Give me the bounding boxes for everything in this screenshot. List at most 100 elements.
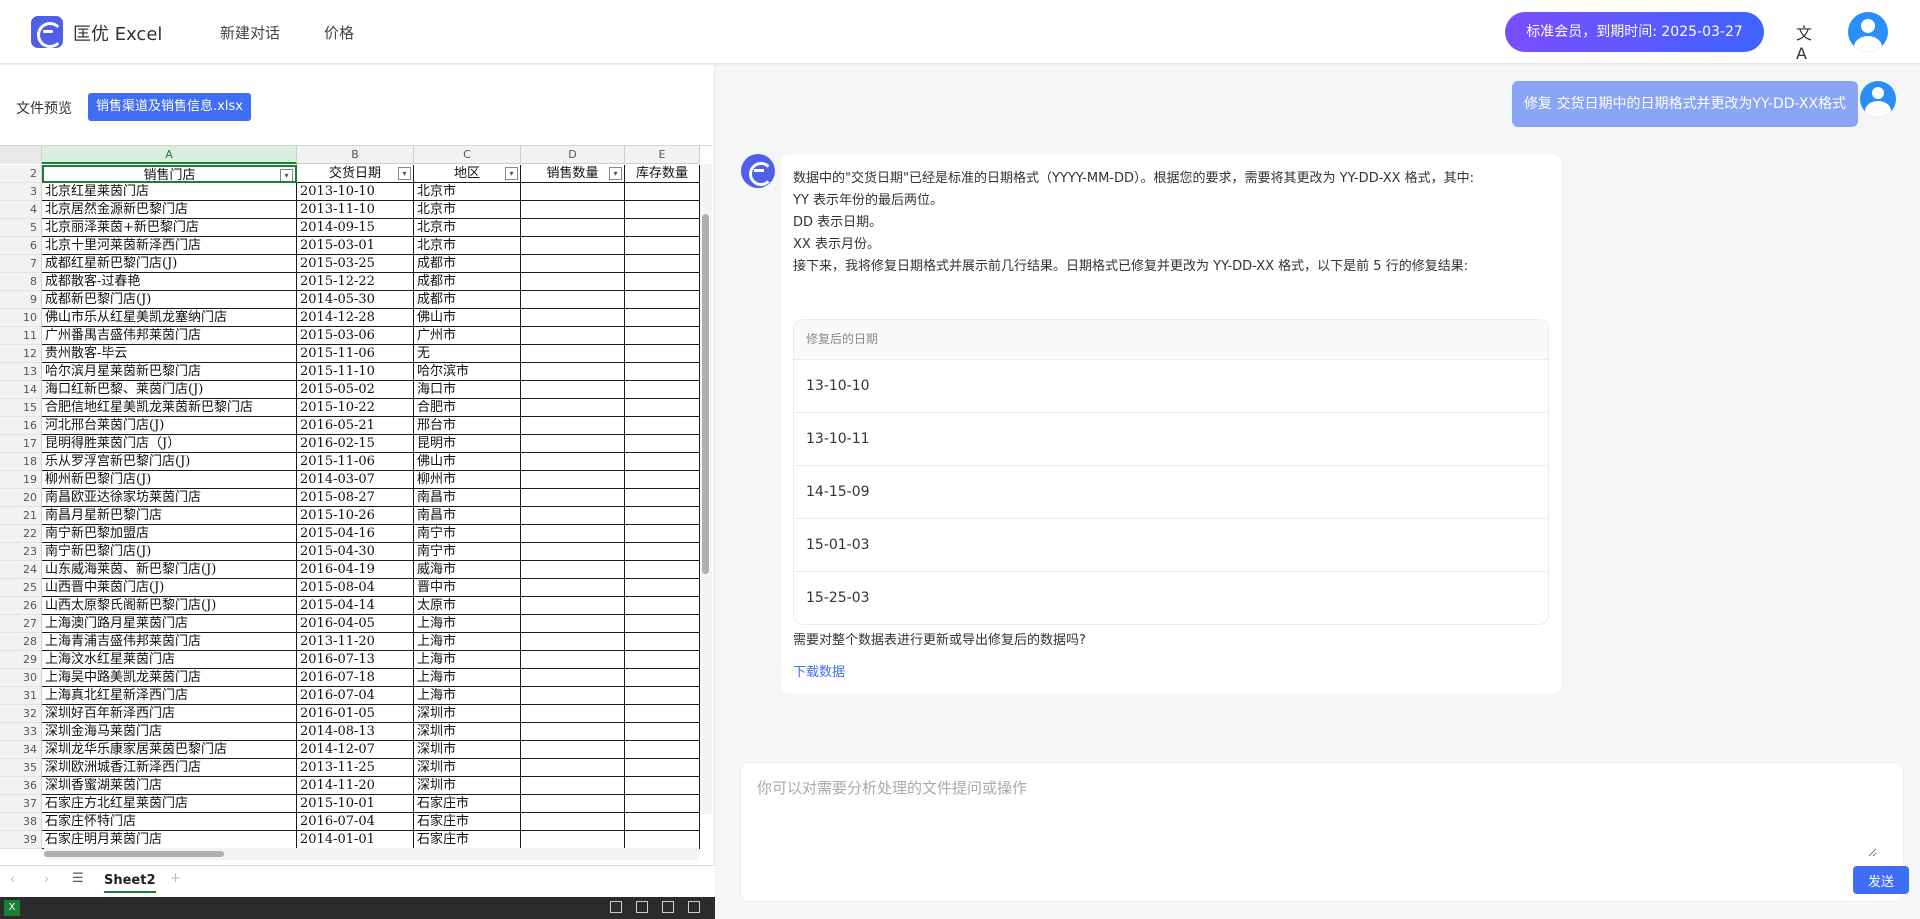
table-cell[interactable]: 广州市 [414,327,521,345]
table-cell[interactable]: 2015-04-16 [297,525,414,543]
table-cell[interactable]: 北京居然金源新巴黎门店 [42,201,297,219]
table-cell[interactable] [521,435,625,453]
table-cell[interactable]: 南宁新巴黎加盟店 [42,525,297,543]
table-cell[interactable]: 上海市 [414,651,521,669]
table-cell[interactable]: 2015-10-26 [297,507,414,525]
table-cell[interactable]: 2016-07-04 [297,813,414,831]
table-cell[interactable]: 2016-04-05 [297,615,414,633]
nav-pricing[interactable]: 价格 [324,22,354,43]
row-number[interactable]: 29 [0,651,42,669]
table-cell[interactable]: 2014-03-07 [297,471,414,489]
table-cell[interactable]: 北京市 [414,237,521,255]
table-cell[interactable]: 成都市 [414,273,521,291]
table-cell[interactable]: 2014-05-30 [297,291,414,309]
col-header-c[interactable]: C [414,146,521,164]
table-cell[interactable]: 成都新巴黎门店(J) [42,291,297,309]
table-cell[interactable] [521,255,625,273]
col-header-a[interactable]: A [42,146,297,164]
table-cell[interactable] [521,813,625,831]
table-cell[interactable]: 石家庄市 [414,795,521,813]
table-cell[interactable]: 深圳香蜜湖莱茵门店 [42,777,297,795]
table-cell[interactable]: 深圳欧洲城香江新泽西门店 [42,759,297,777]
table-cell[interactable] [521,597,625,615]
prev-sheet-icon[interactable]: ‹ [10,872,15,887]
row-number[interactable]: 7 [0,255,42,273]
filter-dropdown-icon[interactable]: ▾ [609,167,622,180]
row-number[interactable]: 21 [0,507,42,525]
row-number[interactable]: 27 [0,615,42,633]
row-number[interactable]: 35 [0,759,42,777]
row-number[interactable]: 8 [0,273,42,291]
table-cell[interactable] [521,795,625,813]
table-cell[interactable]: 昆明市 [414,435,521,453]
table-cell[interactable] [625,201,700,219]
table-cell[interactable] [625,183,700,201]
table-cell[interactable]: 南昌市 [414,507,521,525]
table-cell[interactable]: 无 [414,345,521,363]
table-cell[interactable]: 成都市 [414,255,521,273]
table-cell[interactable]: 2014-08-13 [297,723,414,741]
table-cell[interactable]: 上海澳门路月星莱茵门店 [42,615,297,633]
table-cell[interactable] [625,651,700,669]
translate-icon[interactable]: 文A [1796,20,1820,63]
table-cell[interactable]: 上海吴中路美凯龙莱茵门店 [42,669,297,687]
chat-input[interactable] [757,777,1877,857]
table-cell[interactable]: 深圳市 [414,741,521,759]
table-cell[interactable]: 2015-03-25 [297,255,414,273]
row-number[interactable]: 12 [0,345,42,363]
save-icon[interactable] [636,901,648,913]
table-cell[interactable]: 2013-11-20 [297,633,414,651]
table-cell[interactable]: 2015-12-22 [297,273,414,291]
table-cell[interactable]: 南宁新巴黎门店(J) [42,543,297,561]
table-cell[interactable] [521,381,625,399]
table-cell[interactable]: 2016-01-05 [297,705,414,723]
next-sheet-icon[interactable]: › [44,872,49,887]
table-cell[interactable]: 2015-11-06 [297,453,414,471]
table-cell[interactable] [625,219,700,237]
table-cell[interactable]: 北京市 [414,201,521,219]
table-cell[interactable] [521,741,625,759]
table-cell[interactable] [625,831,700,849]
table-cell[interactable] [625,435,700,453]
row-number[interactable]: 11 [0,327,42,345]
table-cell[interactable]: 2015-08-04 [297,579,414,597]
table-cell[interactable]: 乐从罗浮宫新巴黎门店(J) [42,453,297,471]
membership-badge[interactable]: 标准会员，到期时间: 2025-03-27 [1505,12,1764,52]
table-cell[interactable] [625,615,700,633]
table-cell[interactable]: 2015-04-30 [297,543,414,561]
table-cell[interactable] [521,183,625,201]
table-cell[interactable]: 石家庄明月莱茵门店 [42,831,297,849]
table-cell[interactable]: 北京市 [414,219,521,237]
table-cell[interactable] [625,525,700,543]
header-cell-stock[interactable]: 库存数量 [625,165,700,183]
table-cell[interactable] [521,831,625,849]
row-number[interactable]: 30 [0,669,42,687]
table-cell[interactable] [521,507,625,525]
table-cell[interactable] [625,705,700,723]
table-cell[interactable] [625,417,700,435]
table-cell[interactable] [521,759,625,777]
table-cell[interactable]: 北京丽泽莱茵+新巴黎门店 [42,219,297,237]
table-cell[interactable]: 2015-11-10 [297,363,414,381]
table-cell[interactable] [521,561,625,579]
row-number[interactable]: 25 [0,579,42,597]
table-cell[interactable]: 北京红星莱茵门店 [42,183,297,201]
row-number[interactable]: 28 [0,633,42,651]
table-cell[interactable] [625,597,700,615]
table-cell[interactable]: 北京十里河莱茵新泽西门店 [42,237,297,255]
table-cell[interactable]: 晋中市 [414,579,521,597]
row-number[interactable]: 37 [0,795,42,813]
table-cell[interactable]: 海口红新巴黎、莱茵门店(J) [42,381,297,399]
table-cell[interactable]: 合肥市 [414,399,521,417]
header-cell-region[interactable]: 地区 ▾ [414,165,521,183]
filter-dropdown-icon[interactable]: ▾ [398,167,411,180]
table-cell[interactable]: 广州番禺吉盛伟邦莱茵门店 [42,327,297,345]
select-all-corner[interactable] [0,146,42,164]
table-cell[interactable]: 深圳金海马莱茵门店 [42,723,297,741]
send-button[interactable]: 发送 [1853,866,1909,894]
table-cell[interactable] [625,723,700,741]
table-cell[interactable]: 2014-12-07 [297,741,414,759]
table-cell[interactable] [521,777,625,795]
table-cell[interactable] [521,669,625,687]
fullscreen-icon[interactable] [688,901,700,913]
